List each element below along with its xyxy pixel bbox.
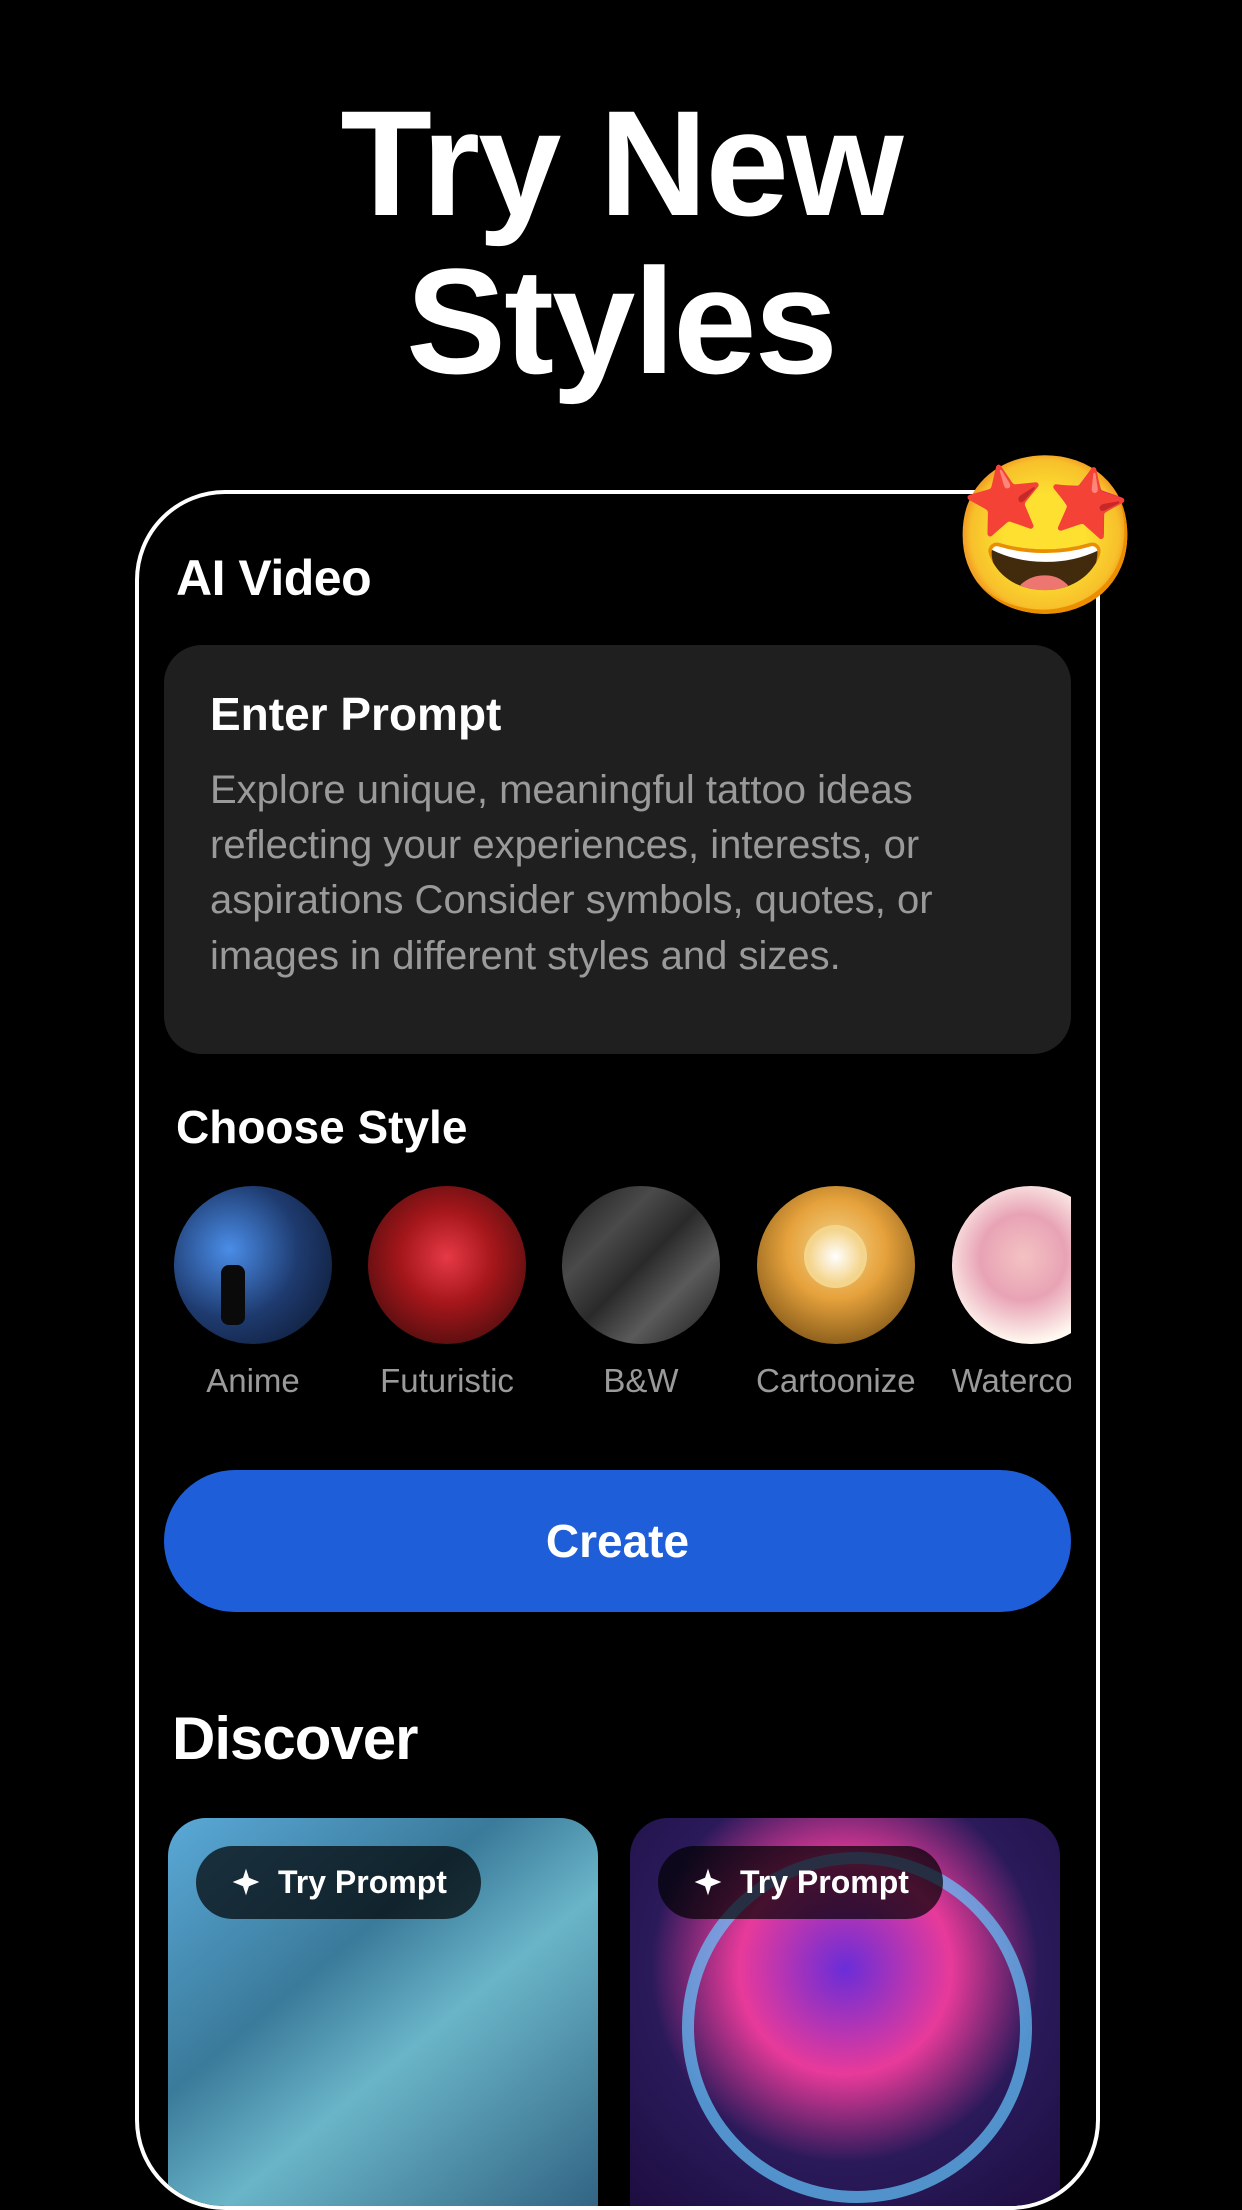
discover-card[interactable]: Try Prompt: [630, 1818, 1060, 2210]
choose-style-label: Choose Style: [176, 1100, 1071, 1154]
discover-list: Try Prompt Try Prompt: [164, 1818, 1071, 2210]
style-label: Futuristic: [380, 1362, 514, 1400]
try-prompt-button[interactable]: Try Prompt: [658, 1846, 943, 1919]
create-button[interactable]: Create: [164, 1470, 1071, 1612]
discover-title: Discover: [172, 1704, 1071, 1773]
style-label: B&W: [603, 1362, 678, 1400]
try-prompt-button[interactable]: Try Prompt: [196, 1846, 481, 1919]
style-item-watercolor[interactable]: Watercolor: [952, 1186, 1071, 1400]
app-title: AI Video: [176, 549, 1071, 607]
hero-title-line2: Styles: [406, 237, 836, 405]
phone-mockup-frame: AI Video Enter Prompt Explore unique, me…: [135, 490, 1100, 2210]
style-item-cartoonize[interactable]: Cartoonize: [756, 1186, 916, 1400]
prompt-label: Enter Prompt: [210, 687, 1025, 741]
star-struck-emoji-icon: 🤩: [949, 445, 1142, 627]
style-item-futuristic[interactable]: Futuristic: [368, 1186, 526, 1400]
cartoonize-thumbnail-icon: [757, 1186, 915, 1344]
sparkle-icon: [692, 1866, 724, 1898]
hero-title-line1: Try New: [340, 79, 901, 247]
sparkle-icon: [230, 1866, 262, 1898]
hero-title: Try New Styles: [0, 0, 1242, 400]
prompt-text: Explore unique, meaningful tattoo ideas …: [210, 763, 1025, 984]
try-prompt-label: Try Prompt: [740, 1864, 909, 1901]
try-prompt-label: Try Prompt: [278, 1864, 447, 1901]
discover-card[interactable]: Try Prompt: [168, 1818, 598, 2210]
style-label: Cartoonize: [756, 1362, 916, 1400]
prompt-input-card[interactable]: Enter Prompt Explore unique, meaningful …: [164, 645, 1071, 1054]
watercolor-thumbnail-icon: [952, 1186, 1071, 1344]
bw-thumbnail-icon: [562, 1186, 720, 1344]
style-label: Anime: [206, 1362, 300, 1400]
style-label: Watercolor: [952, 1362, 1071, 1400]
style-list: Anime Futuristic B&W Cartoonize Watercol…: [164, 1186, 1071, 1400]
anime-thumbnail-icon: [174, 1186, 332, 1344]
futuristic-thumbnail-icon: [368, 1186, 526, 1344]
style-item-anime[interactable]: Anime: [174, 1186, 332, 1400]
style-item-bw[interactable]: B&W: [562, 1186, 720, 1400]
